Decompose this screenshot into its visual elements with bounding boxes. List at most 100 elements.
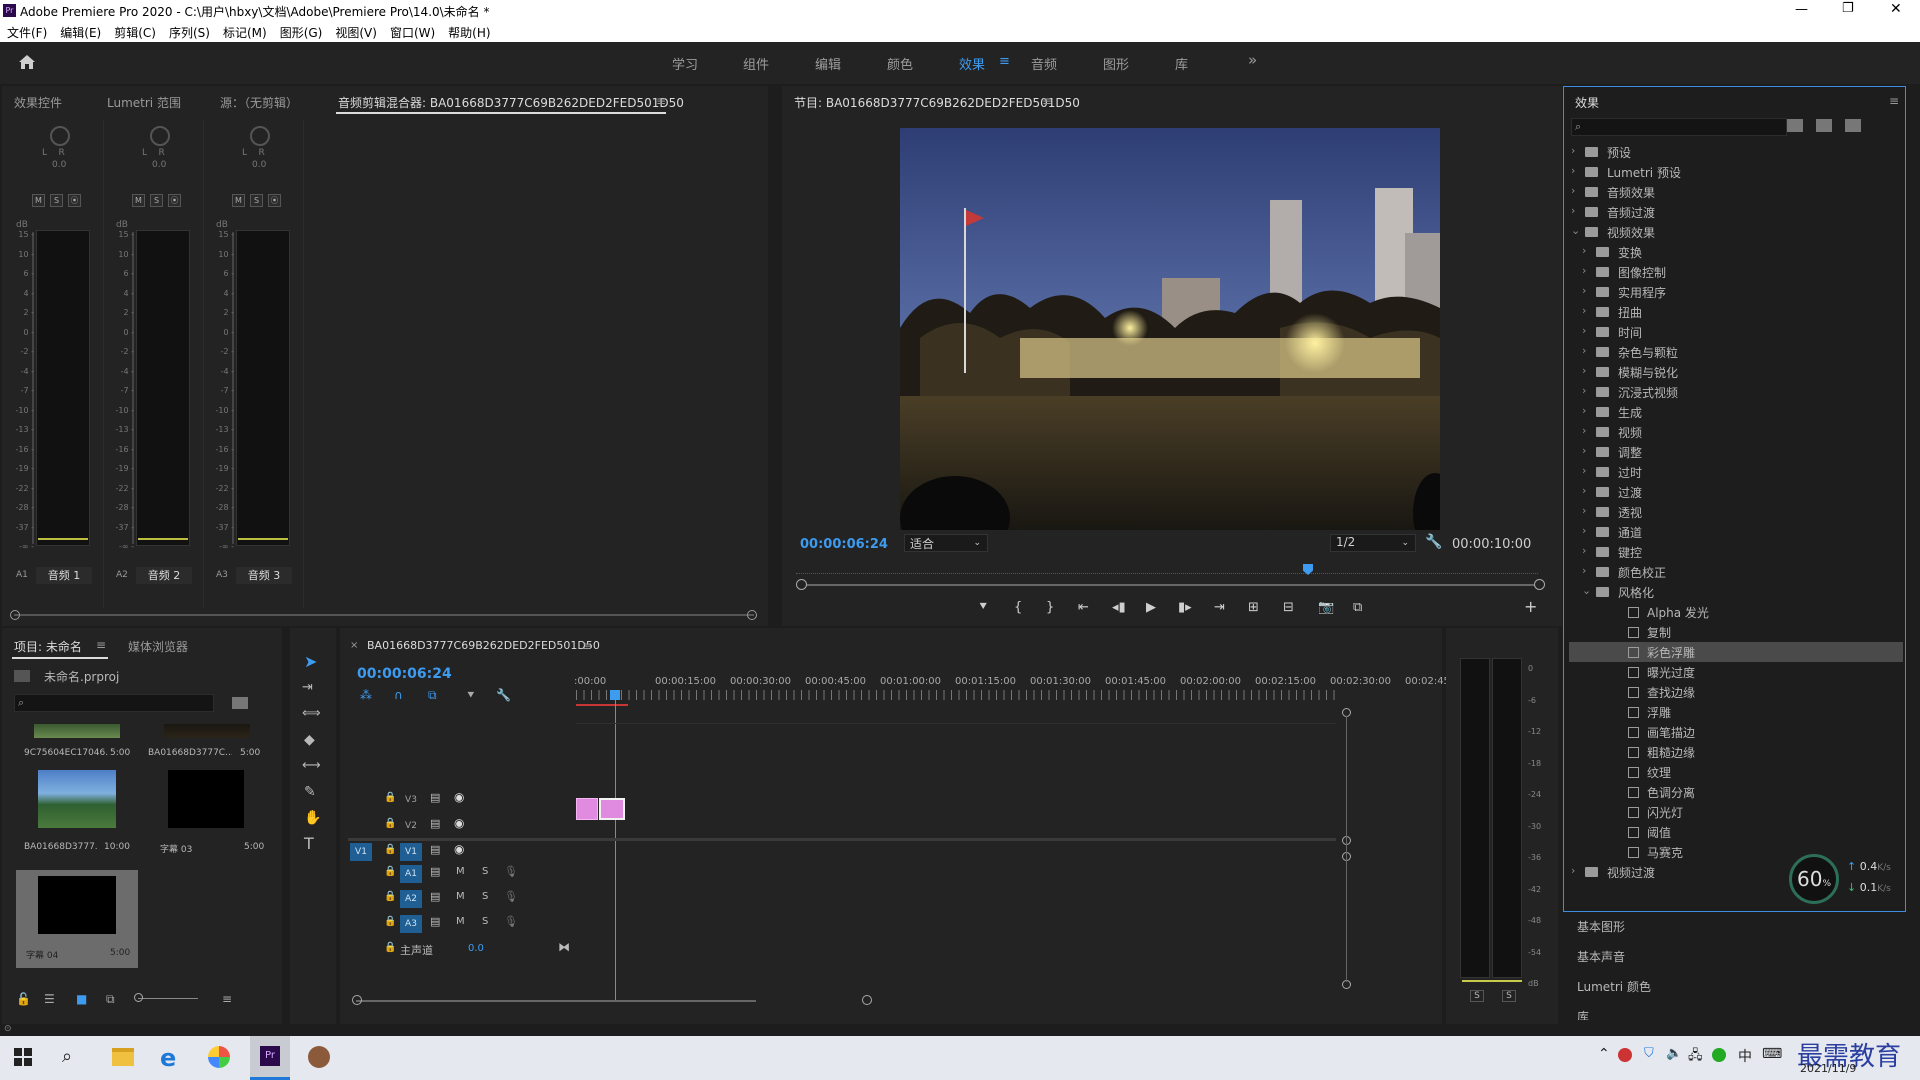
menu-marker[interactable]: 标记(M) — [216, 22, 273, 41]
effect-folder[interactable]: › 过渡 — [1569, 482, 1903, 502]
more-workspaces-icon[interactable]: » — [1248, 51, 1257, 69]
sync-lock-icon[interactable]: ▤ — [430, 890, 440, 903]
effect-folder[interactable]: ⌄ 风格化 — [1569, 582, 1903, 602]
channel-name-field[interactable]: 音频 1 — [36, 567, 92, 584]
step-back-icon[interactable]: ◂▮ — [1112, 600, 1126, 615]
program-menu-icon[interactable]: ≡ — [1042, 94, 1052, 108]
effects-search-input[interactable]: ⌕ — [1571, 118, 1787, 136]
eye-icon[interactable]: ◉ — [454, 790, 464, 804]
effect-item[interactable]: 曝光过度 — [1569, 662, 1903, 682]
workspace-libraries[interactable]: 库 — [1175, 54, 1188, 73]
microphone-icon[interactable]: 🎙 — [504, 915, 518, 928]
effect-folder[interactable]: › 沉浸式视频 — [1569, 382, 1903, 402]
section-essential-graphics[interactable]: 基本图形 — [1577, 918, 1625, 935]
solo-track-button[interactable]: S — [482, 916, 488, 927]
selection-tool-icon[interactable]: ➤ — [304, 652, 317, 671]
ime-indicator[interactable]: 中 — [1738, 1046, 1752, 1066]
timeline-clip-v2[interactable] — [576, 798, 598, 820]
effect-item[interactable]: Alpha 发光 — [1569, 602, 1903, 622]
lift-icon[interactable]: ⊞ — [1248, 600, 1259, 615]
effect-item[interactable]: 色调分离 — [1569, 782, 1903, 802]
menu-edit[interactable]: 编辑(E) — [53, 22, 107, 41]
menu-file[interactable]: 文件(F) — [0, 22, 53, 41]
search-icon[interactable]: ⌕ — [62, 1046, 72, 1067]
mixer-scroll-end-handle[interactable] — [747, 610, 757, 620]
add-marker-icon[interactable]: ⯆ — [978, 600, 988, 615]
chevron-right-icon[interactable]: › — [1582, 364, 1586, 377]
tab-lumetri-scopes[interactable]: Lumetri 范围 — [107, 94, 181, 111]
timeline-hscroll-start[interactable] — [352, 995, 362, 1005]
accelerated-effects-icon[interactable] — [1787, 119, 1803, 132]
tab-effect-controls[interactable]: 效果控件 — [14, 94, 62, 111]
razor-tool-icon[interactable]: ◆ — [304, 732, 315, 748]
microphone-icon[interactable]: 🎙 — [504, 890, 518, 903]
menu-sequence[interactable]: 序列(S) — [162, 22, 216, 41]
taskbar-premiere-active[interactable]: Pr — [250, 1036, 290, 1080]
effect-item[interactable]: 浮雕 — [1569, 702, 1903, 722]
effect-item[interactable]: 阈值 — [1569, 822, 1903, 842]
effect-folder[interactable]: › Lumetri 预设 — [1569, 162, 1903, 182]
menu-window[interactable]: 窗口(W) — [383, 22, 441, 41]
lock-icon[interactable]: 🔒 — [384, 844, 396, 855]
effect-item[interactable]: 查找边缘 — [1569, 682, 1903, 702]
mute-track-button[interactable]: M — [456, 916, 465, 927]
bin-item[interactable]: 字幕 03 5:00 — [144, 770, 264, 860]
bin-item[interactable]: 9C75604EC17046... 5:00 — [14, 724, 136, 764]
effect-folder[interactable]: ⌄ 视频效果 — [1569, 222, 1903, 242]
pen-tool-icon[interactable]: ✎ — [304, 784, 316, 800]
mute-track-button[interactable]: M — [456, 866, 465, 877]
wechat-icon[interactable] — [1712, 1048, 1726, 1062]
ripple-edit-tool-icon[interactable]: ⟺ — [302, 706, 321, 721]
chevron-right-icon[interactable]: › — [1582, 304, 1586, 317]
section-lumetri-color[interactable]: Lumetri 颜色 — [1577, 978, 1651, 995]
bin-item[interactable]: BA01668D3777... 10:00 — [14, 770, 136, 860]
windows-start-icon[interactable] — [14, 1048, 32, 1066]
slip-tool-icon[interactable]: ⟷ — [302, 758, 321, 773]
effect-folder[interactable]: › 生成 — [1569, 402, 1903, 422]
sort-icon[interactable]: ≡ — [222, 992, 232, 1006]
user-avatar-icon[interactable] — [308, 1046, 330, 1068]
solo-button[interactable]: S — [250, 194, 263, 207]
close-button[interactable]: ✕ — [1890, 1, 1902, 17]
tray-app-icon[interactable] — [1618, 1048, 1632, 1062]
program-timecode[interactable]: 00:00:06:24 — [800, 537, 888, 552]
list-view-icon[interactable]: ☰ — [44, 992, 55, 1006]
chevron-right-icon[interactable]: › — [1571, 184, 1575, 197]
export-frame-icon[interactable]: 📷 — [1318, 600, 1334, 615]
workspace-audio[interactable]: 音频 — [1031, 54, 1057, 73]
go-to-out-icon[interactable]: ⇥ — [1214, 600, 1225, 615]
chevron-down-icon[interactable]: ⌄ — [1571, 224, 1580, 237]
master-track-value[interactable]: 0.0 — [468, 943, 484, 954]
chevron-right-icon[interactable]: › — [1582, 404, 1586, 417]
fit-select[interactable]: 适合 ⌄ — [904, 534, 988, 552]
solo-track-button[interactable]: S — [482, 866, 488, 877]
chevron-right-icon[interactable]: › — [1571, 144, 1575, 157]
go-to-end-icon[interactable]: ⧓ — [558, 940, 570, 954]
tab-audio-clip-mixer[interactable]: 音频剪辑混合器: BA01668D3777C69B262DED2FED501D5… — [338, 94, 684, 111]
chevron-right-icon[interactable]: › — [1571, 164, 1575, 177]
effect-item[interactable]: 纹理 — [1569, 762, 1903, 782]
lock-icon[interactable]: 🔒 — [384, 866, 396, 877]
menu-clip[interactable]: 剪辑(C) — [107, 22, 162, 41]
chevron-right-icon[interactable]: › — [1582, 444, 1586, 457]
chevron-right-icon[interactable]: › — [1582, 564, 1586, 577]
workspace-assembly[interactable]: 组件 — [743, 54, 769, 73]
mute-button[interactable]: M — [32, 194, 45, 207]
program-monitor-title[interactable]: 节目: BA01668D3777C69B262DED2FED501D50 — [794, 94, 1080, 111]
chevron-right-icon[interactable]: › — [1582, 504, 1586, 517]
sync-lock-icon[interactable]: ▤ — [430, 865, 440, 878]
track-target[interactable]: A2 — [400, 890, 422, 908]
chevron-right-icon[interactable]: › — [1582, 424, 1586, 437]
effect-folder[interactable]: › 调整 — [1569, 442, 1903, 462]
icon-view-icon[interactable]: ■ — [76, 992, 87, 1006]
resolution-select[interactable]: 1/2 ⌄ — [1330, 534, 1416, 552]
effect-folder[interactable]: › 视频 — [1569, 422, 1903, 442]
record-button[interactable]: ⦿ — [68, 194, 81, 207]
freeform-view-icon[interactable]: ⧉ — [106, 992, 115, 1007]
wrench-icon[interactable]: 🔧 — [1425, 534, 1442, 550]
effect-folder[interactable]: › 颜色校正 — [1569, 562, 1903, 582]
type-tool-icon[interactable]: T — [304, 834, 314, 853]
workspace-learn[interactable]: 学习 — [672, 54, 698, 73]
chevron-right-icon[interactable]: › — [1571, 864, 1575, 877]
chevron-right-icon[interactable]: › — [1582, 244, 1586, 257]
